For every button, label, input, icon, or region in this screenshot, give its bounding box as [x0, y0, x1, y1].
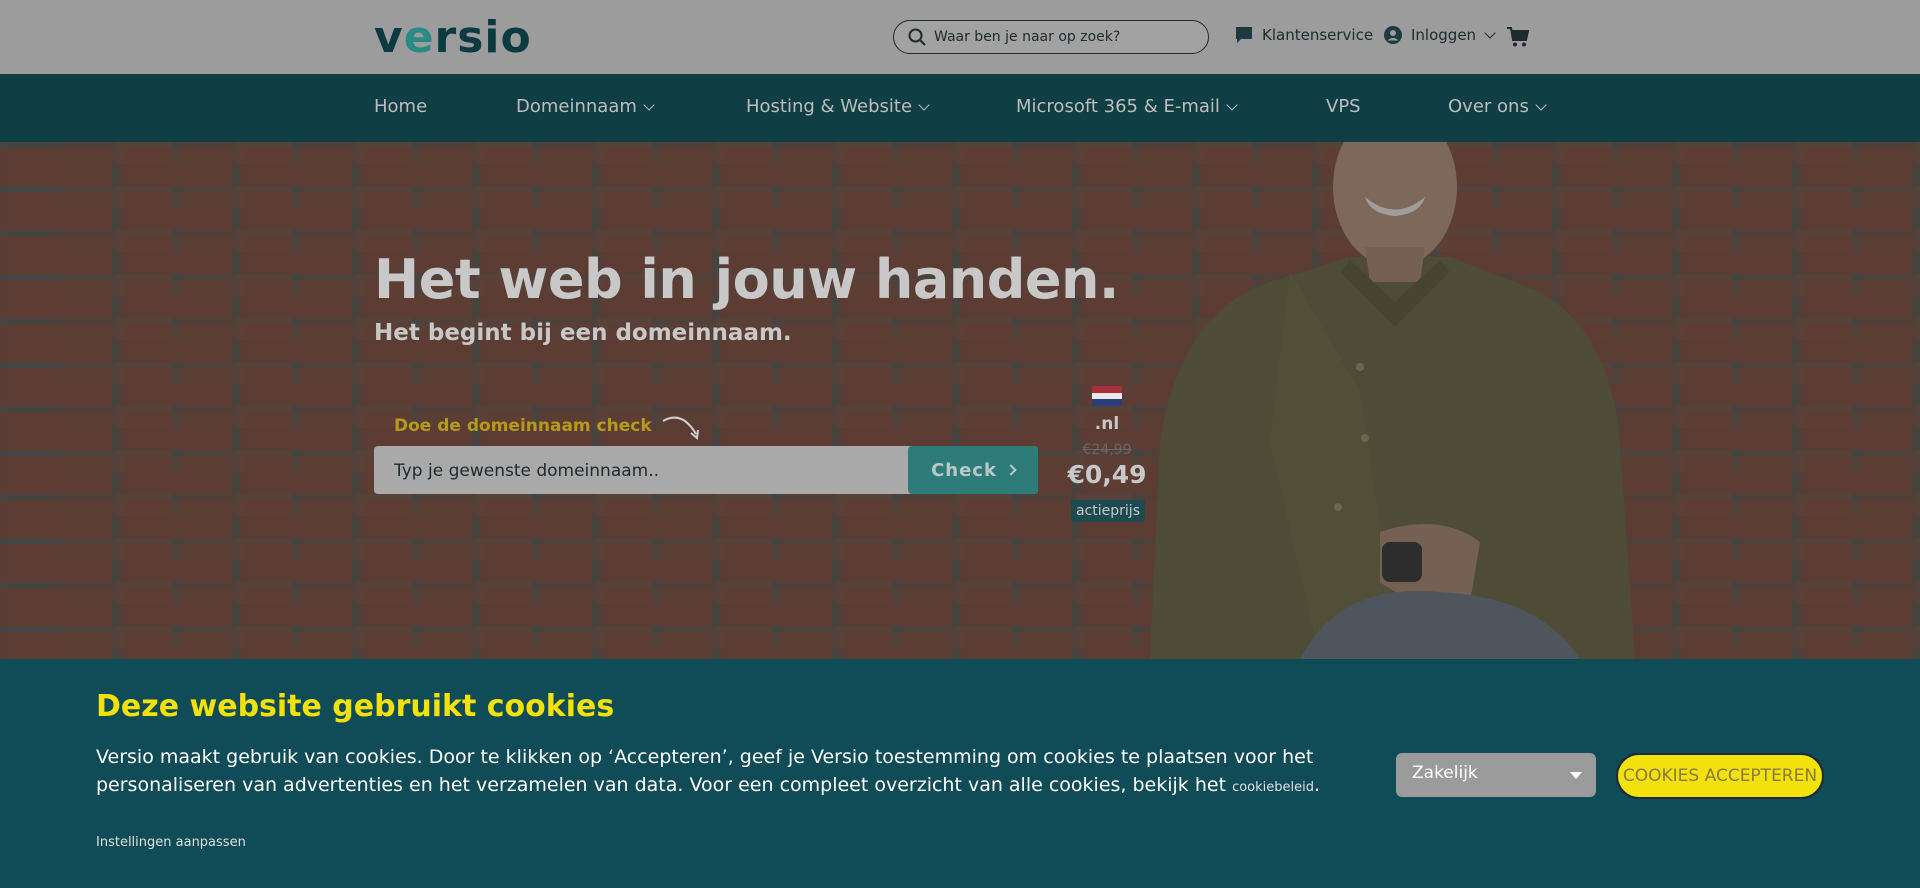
user-icon	[1384, 26, 1402, 44]
cookie-type-select[interactable]: Zakelijk	[1396, 753, 1596, 797]
main-nav: Home Domeinnaam Hosting & Website Micros…	[0, 74, 1920, 142]
cookie-settings-link[interactable]: Instellingen aanpassen	[96, 835, 246, 850]
hero-title: Het web in jouw handen.	[374, 248, 1119, 311]
search-input[interactable]	[934, 27, 1194, 47]
accept-cookies-button[interactable]: COOKIES ACCEPTEREN	[1616, 753, 1824, 799]
cart-icon[interactable]	[1506, 26, 1530, 52]
nav-microsoft-365[interactable]: Microsoft 365 & E-mail	[1016, 96, 1238, 117]
nav-vps[interactable]: VPS	[1326, 96, 1361, 117]
cookie-text: Versio maakt gebruik van cookies. Door t…	[96, 746, 1321, 796]
cookie-title: Deze website gebruikt cookies	[96, 689, 615, 724]
versio-logo[interactable]: versio	[374, 16, 532, 60]
chevron-right-icon	[1005, 464, 1017, 476]
promo-price: €0,49	[1067, 460, 1147, 489]
old-price: €24,99	[1082, 442, 1132, 458]
search-icon	[908, 28, 926, 46]
cookie-policy-link[interactable]: cookiebeleid	[1232, 780, 1314, 795]
top-header: versio Klantenservice Inloggen	[0, 0, 1920, 74]
chevron-down-icon	[643, 98, 655, 111]
nav-home[interactable]: Home	[374, 96, 427, 117]
tld-label: .nl	[1094, 414, 1120, 434]
check-button-label: Check	[931, 459, 997, 481]
check-button[interactable]: Check	[908, 446, 1038, 494]
hero-section: Het web in jouw handen. Het begint bij e…	[0, 142, 1920, 659]
nav-over-ons[interactable]: Over ons	[1448, 96, 1547, 117]
search-bar[interactable]	[893, 20, 1209, 54]
chat-icon	[1236, 27, 1252, 43]
cookie-type-value: Zakelijk	[1412, 763, 1478, 783]
login-label: Inloggen	[1411, 26, 1477, 44]
nav-hosting[interactable]: Hosting & Website	[746, 96, 930, 117]
login-menu[interactable]: Inloggen	[1383, 25, 1496, 45]
nav-domeinnaam[interactable]: Domeinnaam	[516, 96, 655, 117]
customer-service-link[interactable]: Klantenservice	[1234, 25, 1373, 45]
chevron-down-icon	[918, 98, 930, 111]
chevron-down-icon	[1226, 98, 1238, 111]
customer-service-label: Klantenservice	[1262, 26, 1374, 44]
curved-arrow-icon	[662, 416, 699, 440]
domain-input[interactable]	[394, 459, 894, 483]
cookie-banner: Deze website gebruikt cookies Versio maa…	[0, 659, 1920, 888]
dropdown-arrow-icon	[1570, 772, 1582, 779]
chevron-down-icon	[1535, 98, 1547, 111]
domain-check-label: Doe de domeinnaam check	[394, 416, 652, 436]
hero-subtitle: Het begint bij een domeinnaam.	[374, 320, 792, 346]
dutch-flag-icon	[1092, 386, 1122, 406]
chevron-down-icon	[1484, 27, 1496, 39]
promo-badge: actieprijs	[1071, 500, 1145, 522]
